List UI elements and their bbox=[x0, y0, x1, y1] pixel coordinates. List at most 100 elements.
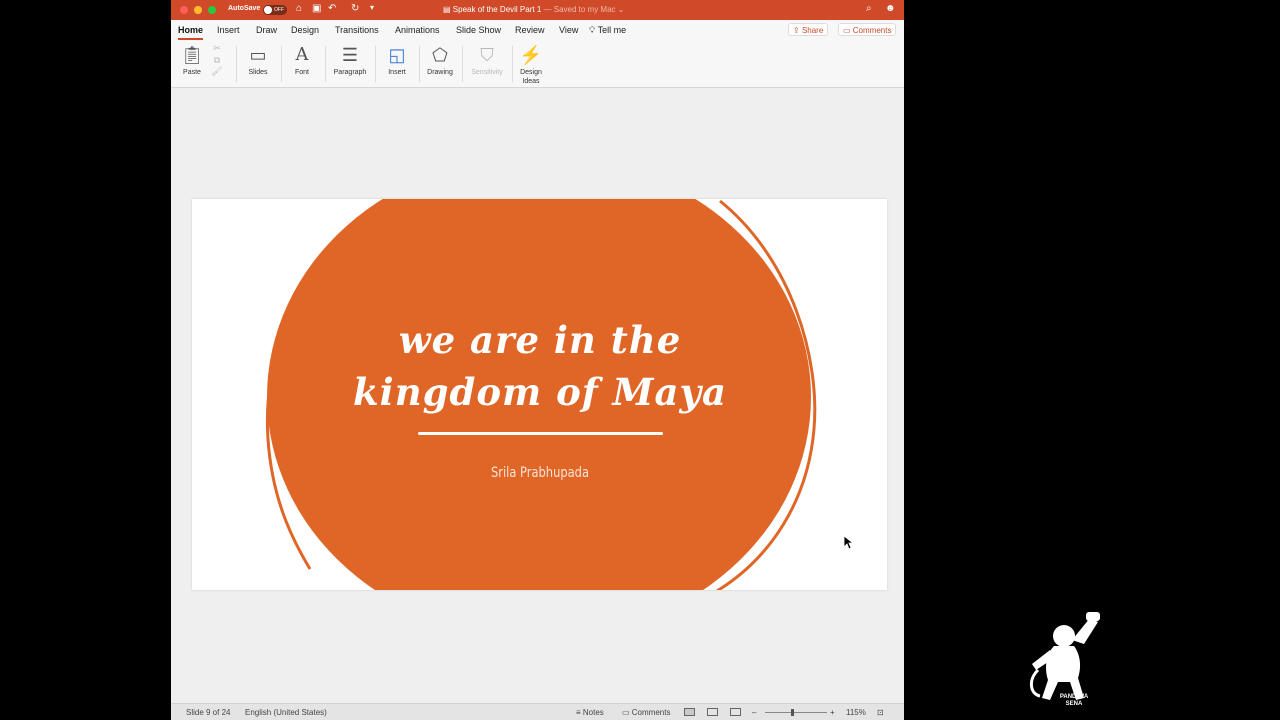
insert-button[interactable]: ◱ Insert bbox=[382, 42, 412, 77]
font-icon: A bbox=[295, 44, 309, 65]
current-slide[interactable]: we are in the kingdom of Maya Srila Prab… bbox=[192, 199, 887, 590]
ribbon-divider bbox=[281, 46, 282, 82]
document-name: Speak of the Devil Part 1 bbox=[452, 5, 542, 14]
tab-design[interactable]: Design bbox=[291, 25, 319, 35]
slides-label: Slides bbox=[248, 69, 268, 76]
zoom-slider-track[interactable] bbox=[765, 712, 827, 713]
slides-button[interactable]: ▭ Slides bbox=[243, 42, 273, 77]
slide-title-line-1: we are in the bbox=[398, 318, 682, 362]
tab-view[interactable]: View bbox=[559, 25, 578, 35]
cut-icon[interactable]: ✂ bbox=[207, 42, 227, 54]
title-bar: AutoSave OFF ⌂ ▣ ↶ ↻ ▾ ▤ Speak of the De… bbox=[171, 0, 904, 20]
tab-review[interactable]: Review bbox=[515, 25, 545, 35]
saved-status: — Saved to my Mac ⌄ bbox=[541, 5, 625, 14]
slide-editing-area[interactable]: we are in the kingdom of Maya Srila Prab… bbox=[171, 88, 904, 703]
slide-title[interactable]: we are in the kingdom of Maya bbox=[268, 314, 812, 418]
lightbulb-icon: 💡︎ bbox=[589, 25, 596, 35]
zoom-out-button[interactable]: – bbox=[752, 708, 756, 717]
ribbon-divider bbox=[512, 46, 513, 82]
sensitivity-label: Sensitivity bbox=[471, 69, 503, 76]
paragraph-button[interactable]: ☰ Paragraph bbox=[331, 42, 369, 77]
tab-home[interactable]: Home bbox=[178, 25, 204, 40]
tab-animations[interactable]: Animations bbox=[395, 25, 440, 35]
share-icon: ⇪ bbox=[793, 26, 802, 35]
undo-icon[interactable]: ↶ bbox=[328, 3, 336, 14]
copy-icon[interactable]: ⧉ bbox=[207, 54, 227, 66]
design-ideas-label-1: Design bbox=[520, 69, 542, 76]
ribbon-tabs: Home Insert Draw Design Transitions Anim… bbox=[171, 20, 904, 40]
drawing-icon: ⬠ bbox=[432, 45, 448, 65]
slides-icon: ▭ bbox=[249, 45, 267, 65]
paragraph-label: Paragraph bbox=[333, 69, 367, 76]
design-ideas-button[interactable]: ⚡ Design Ideas bbox=[516, 42, 546, 86]
tab-insert[interactable]: Insert bbox=[217, 25, 240, 35]
ribbon-divider bbox=[375, 46, 376, 82]
mouse-pointer-icon bbox=[844, 536, 854, 550]
tab-slide-show[interactable]: Slide Show bbox=[456, 25, 501, 35]
tell-me-search[interactable]: 💡︎ Tell me bbox=[589, 25, 626, 36]
autosave-label: AutoSave bbox=[228, 5, 261, 12]
font-button[interactable]: A Font bbox=[287, 42, 317, 77]
share-label: Share bbox=[801, 26, 824, 35]
zoom-slider-thumb[interactable] bbox=[791, 709, 794, 716]
comments-pane-button[interactable]: ▭ Comments bbox=[622, 708, 670, 717]
tab-transitions[interactable]: Transitions bbox=[335, 25, 379, 35]
design-ideas-icon: ⚡ bbox=[519, 45, 543, 65]
font-label: Font bbox=[294, 69, 309, 76]
format-painter-icon[interactable]: 🖌︎ bbox=[207, 66, 227, 76]
account-icon[interactable]: ☻ bbox=[885, 3, 896, 14]
comments-button[interactable]: ▭ Comments bbox=[838, 23, 897, 36]
sensitivity-button[interactable]: ⛉ Sensitivity bbox=[468, 42, 506, 77]
comments-label: Comments bbox=[852, 26, 892, 35]
logo-wordmark: PANDAVA SENA bbox=[1054, 694, 1094, 708]
slide-sorter-view-button[interactable] bbox=[707, 708, 718, 716]
drawing-label: Drawing bbox=[427, 69, 453, 76]
ribbon-divider bbox=[236, 46, 237, 82]
maximize-window-button[interactable] bbox=[208, 6, 216, 14]
slide-counter: Slide 9 of 24 bbox=[186, 708, 231, 717]
close-window-button[interactable] bbox=[180, 6, 188, 14]
autosave-toggle[interactable]: OFF bbox=[263, 5, 287, 15]
paste-label: Paste bbox=[183, 69, 201, 76]
status-bar: Slide 9 of 24 English (United States) ≡ … bbox=[171, 703, 904, 720]
comment-icon: ▭ bbox=[622, 708, 632, 717]
zoom-in-button[interactable]: + bbox=[830, 708, 835, 717]
customize-toolbar-icon[interactable]: ▾ bbox=[370, 3, 374, 12]
design-ideas-label-2: Ideas bbox=[522, 78, 540, 85]
search-icon[interactable]: ⌕ bbox=[866, 3, 872, 14]
notes-button[interactable]: ≡ Notes bbox=[576, 708, 604, 717]
insert-shape-icon: ◱ bbox=[388, 45, 406, 65]
fit-to-window-icon[interactable]: ⊡ bbox=[877, 708, 884, 717]
tell-me-label: Tell me bbox=[597, 25, 627, 35]
slide-subtitle[interactable]: Srila Prabhupada bbox=[317, 465, 763, 481]
reading-view-button[interactable] bbox=[730, 708, 741, 716]
document-icon: ▤ bbox=[443, 5, 453, 14]
ribbon-divider bbox=[419, 46, 420, 82]
ribbon-divider bbox=[462, 46, 463, 82]
notes-icon: ≡ bbox=[576, 708, 583, 717]
minimize-window-button[interactable] bbox=[194, 6, 202, 14]
redo-icon[interactable]: ↻ bbox=[351, 3, 359, 14]
comments-pane-label: Comments bbox=[631, 708, 671, 717]
sensitivity-icon: ⛉ bbox=[480, 45, 494, 65]
ribbon-divider bbox=[325, 46, 326, 82]
logo-line-2: SENA bbox=[1065, 701, 1083, 707]
language-indicator[interactable]: English (United States) bbox=[245, 708, 327, 717]
home-icon[interactable]: ⌂ bbox=[296, 3, 302, 14]
tab-draw[interactable]: Draw bbox=[256, 25, 277, 35]
title-underline bbox=[418, 432, 663, 435]
document-title: ▤ Speak of the Devil Part 1 — Saved to m… bbox=[443, 5, 624, 14]
insert-label: Insert bbox=[388, 69, 406, 76]
save-icon[interactable]: ▣ bbox=[312, 3, 321, 14]
paste-button[interactable]: 📋︎ Paste bbox=[180, 42, 204, 77]
cut-copy-group: ✂ ⧉ 🖌︎ bbox=[207, 42, 227, 76]
clipboard-icon: 📋︎ bbox=[180, 45, 204, 65]
paragraph-icon: ☰ bbox=[341, 45, 359, 65]
comment-icon: ▭ bbox=[843, 26, 853, 35]
zoom-level[interactable]: 115% bbox=[846, 708, 866, 717]
logo-line-1: PANDAVA bbox=[1059, 694, 1089, 700]
drawing-button[interactable]: ⬠ Drawing bbox=[425, 42, 455, 77]
normal-view-button[interactable] bbox=[684, 708, 695, 716]
powerpoint-window: AutoSave OFF ⌂ ▣ ↶ ↻ ▾ ▤ Speak of the De… bbox=[171, 0, 904, 720]
share-button[interactable]: ⇪ Share bbox=[788, 23, 829, 36]
